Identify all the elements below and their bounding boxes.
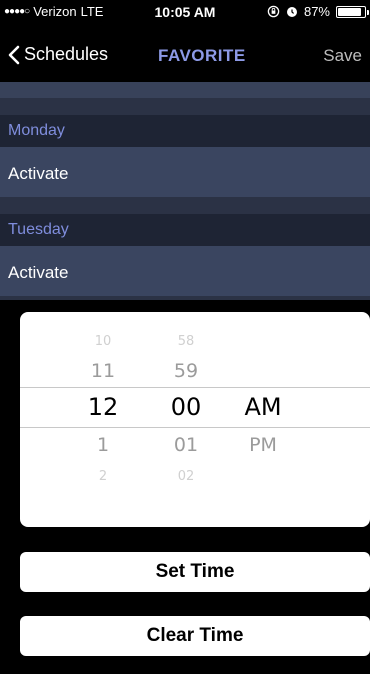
minute-option[interactable]: 01 <box>156 434 216 456</box>
status-bar: ●●●●○ Verizon LTE 10:05 AM 87% <box>0 0 370 22</box>
day-header-tuesday: Tuesday <box>0 214 370 246</box>
minute-option[interactable]: 58 <box>156 334 216 349</box>
battery-icon <box>336 5 369 18</box>
alarm-icon <box>286 7 297 17</box>
hour-option[interactable]: 10 <box>73 334 133 349</box>
time-picker[interactable]: 10 11 12 1 2 58 59 00 01 02 AM PM <box>20 312 370 527</box>
day-label: Monday <box>8 122 65 139</box>
minute-option[interactable]: 02 <box>156 469 216 484</box>
selection-line-bottom <box>20 427 370 428</box>
chevron-left-icon <box>8 45 20 64</box>
lock-rotation-icon <box>267 5 280 18</box>
list-spacer <box>0 82 370 98</box>
activate-row-monday[interactable]: Activate <box>0 147 370 197</box>
save-button[interactable]: Save <box>323 46 362 66</box>
battery-percent: 87% <box>303 4 330 19</box>
minute-option-selected[interactable]: 00 <box>156 393 216 421</box>
schedule-list: Monday Activate Tuesday Activate <box>0 82 370 300</box>
period-option[interactable]: PM <box>233 434 293 456</box>
set-time-button[interactable]: Set Time <box>20 552 370 592</box>
selection-line-top <box>20 387 370 388</box>
hour-option[interactable]: 11 <box>73 360 133 382</box>
activate-label: Activate <box>8 164 69 183</box>
period-option-selected[interactable]: AM <box>233 393 293 421</box>
hour-option[interactable]: 2 <box>73 469 133 484</box>
status-right: 87% <box>267 4 369 19</box>
hour-option-selected[interactable]: 12 <box>73 393 133 421</box>
day-header-monday: Monday <box>0 115 370 147</box>
hour-option[interactable]: 1 <box>73 434 133 456</box>
back-button[interactable]: Schedules <box>8 44 108 65</box>
day-label: Tuesday <box>8 221 69 238</box>
activate-row-tuesday[interactable]: Activate <box>0 246 370 296</box>
battery-level <box>338 7 361 16</box>
page-title: FAVORITE <box>158 46 246 65</box>
activate-label: Activate <box>8 263 69 282</box>
nav-bar: Schedules FAVORITE Save <box>0 22 370 82</box>
back-button-label: Schedules <box>24 44 109 64</box>
minute-option[interactable]: 59 <box>156 360 216 382</box>
clear-time-button[interactable]: Clear Time <box>20 616 370 656</box>
